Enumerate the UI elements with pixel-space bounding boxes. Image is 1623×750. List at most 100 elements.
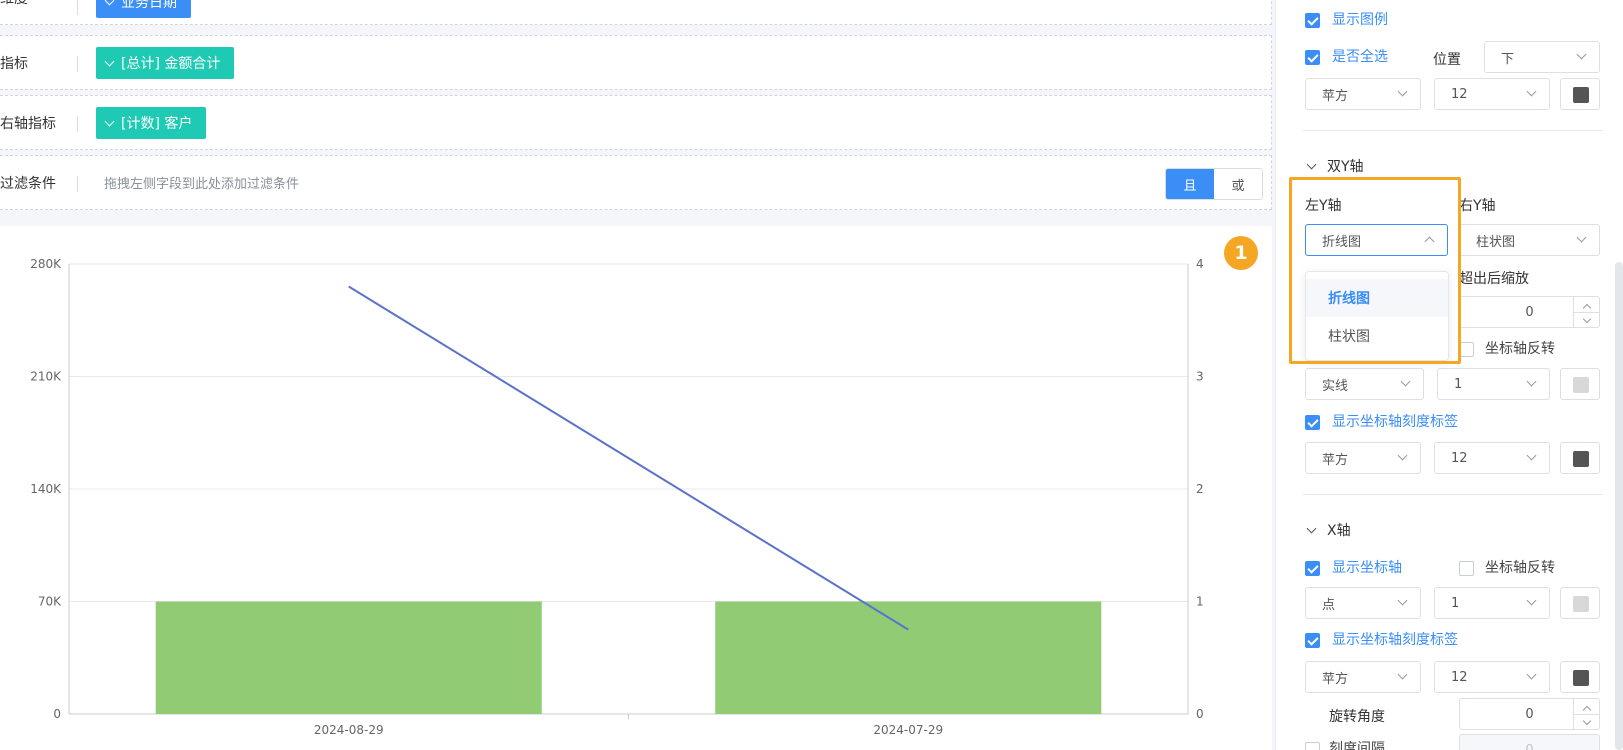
metric-chip[interactable]: [总计] 金额合计 bbox=[96, 47, 235, 79]
right-metric-chip-label: [计数] 客户 bbox=[121, 116, 193, 132]
y-show-tick-labels-checkbox[interactable] bbox=[1305, 415, 1320, 430]
row-separator bbox=[77, 0, 78, 15]
x-show-tick-labels-checkbox[interactable] bbox=[1305, 633, 1320, 648]
filter-drop-zone[interactable]: 拖拽左侧字段到此处添加过滤条件 bbox=[104, 156, 299, 209]
x-line-style-value: 点 bbox=[1322, 597, 1336, 613]
filter-label: 过滤条件 bbox=[0, 175, 56, 192]
x-line-style-select[interactable]: 点 bbox=[1305, 587, 1421, 619]
legend-font-value: 苹方 bbox=[1322, 88, 1349, 104]
legend-size-select[interactable]: 12 bbox=[1434, 78, 1550, 110]
legend-position-label: 位置 bbox=[1433, 52, 1461, 68]
chevron-down-icon bbox=[1526, 86, 1537, 97]
x-tick-label: 2024-07-29 bbox=[873, 723, 943, 737]
chevron-down-icon bbox=[1526, 376, 1537, 387]
y-left-tick-label: 70K bbox=[38, 595, 62, 609]
y-left-tick-label: 210K bbox=[30, 370, 62, 384]
y-tick-size-value: 12 bbox=[1451, 450, 1468, 466]
color-swatch bbox=[1573, 87, 1589, 103]
chevron-down-icon bbox=[1400, 376, 1411, 387]
x-line-color-picker[interactable] bbox=[1560, 587, 1600, 619]
x-axis-section-header[interactable]: X轴 bbox=[1306, 520, 1351, 540]
select-all-checkbox[interactable] bbox=[1305, 50, 1320, 65]
stepper-icon[interactable] bbox=[1573, 297, 1600, 327]
x-line-width-value: 1 bbox=[1451, 595, 1460, 611]
stepper-icon[interactable] bbox=[1573, 699, 1600, 729]
chevron-down-icon bbox=[1397, 595, 1408, 606]
tick-interval-label: 刻度间隔 bbox=[1329, 741, 1385, 750]
line-series bbox=[348, 285, 909, 631]
y-right-tick-label: 3 bbox=[1196, 370, 1204, 384]
y-axis-min-input[interactable]: 0 bbox=[1459, 296, 1600, 328]
tick-interval-checkbox[interactable] bbox=[1305, 742, 1320, 750]
filter-row: 过滤条件 拖拽左侧字段到此处添加过滤条件 且 或 bbox=[0, 155, 1272, 210]
row-separator bbox=[77, 56, 78, 72]
y-right-tick-label: 1 bbox=[1196, 595, 1204, 609]
or-button[interactable]: 或 bbox=[1214, 169, 1262, 199]
y-tick-size-select[interactable]: 12 bbox=[1434, 442, 1550, 474]
dimension-chip[interactable]: 业务日期 bbox=[96, 0, 191, 18]
y-right-tick-label: 2 bbox=[1196, 482, 1204, 496]
dual-axis-chart: 0 0 70K 1 140K 2 210K 3 280K 4 2024-08-29 2024-07-2… bbox=[30, 257, 1204, 737]
y-tick-font-value: 苹方 bbox=[1322, 452, 1349, 468]
x-tick-font-select[interactable]: 苹方 bbox=[1305, 661, 1421, 693]
y-axis-min-value: 0 bbox=[1525, 304, 1534, 320]
x-show-tick-labels-label: 显示坐标轴刻度标签 bbox=[1332, 632, 1458, 648]
y-tick-font-select[interactable]: 苹方 bbox=[1305, 442, 1421, 474]
right-metric-row: 右轴指标 [计数] 客户 bbox=[0, 95, 1272, 150]
chevron-down-icon bbox=[1526, 450, 1537, 461]
chevron-down-icon bbox=[1397, 450, 1408, 461]
y-right-tick-label: 0 bbox=[1196, 707, 1204, 721]
right-metric-chip[interactable]: [计数] 客户 bbox=[96, 107, 207, 139]
panel-scrollbar[interactable] bbox=[1615, 262, 1623, 750]
legend-size-value: 12 bbox=[1451, 86, 1468, 102]
y-reverse-checkbox[interactable] bbox=[1459, 342, 1474, 357]
chevron-down-icon bbox=[1306, 159, 1317, 169]
x-tick-font-value: 苹方 bbox=[1322, 671, 1349, 687]
chevron-down-icon bbox=[1576, 232, 1587, 243]
legend-font-select[interactable]: 苹方 bbox=[1305, 78, 1421, 110]
y-line-style-value: 实线 bbox=[1322, 378, 1349, 394]
y-tick-color-picker[interactable] bbox=[1560, 442, 1600, 474]
chevron-down-icon bbox=[1397, 86, 1408, 97]
chevron-down-icon bbox=[104, 0, 115, 5]
dual-y-title: 双Y轴 bbox=[1327, 159, 1364, 175]
y-left-tick-label: 280K bbox=[30, 257, 62, 271]
right-y-label: 右Y轴 bbox=[1459, 198, 1496, 214]
metric-row: 指标 [总计] 金额合计 bbox=[0, 35, 1272, 90]
y-show-tick-labels-label: 显示坐标轴刻度标签 bbox=[1332, 414, 1458, 430]
x-reverse-checkbox[interactable] bbox=[1459, 561, 1474, 576]
chevron-down-icon bbox=[104, 116, 115, 126]
y-reverse-label: 坐标轴反转 bbox=[1485, 341, 1555, 357]
chevron-down-icon bbox=[1526, 669, 1537, 680]
x-line-width-select[interactable]: 1 bbox=[1434, 587, 1550, 619]
x-tick-color-picker[interactable] bbox=[1560, 661, 1600, 693]
tick-interval-input[interactable]: 0 bbox=[1459, 734, 1600, 750]
row-separator bbox=[77, 116, 78, 132]
x-show-axis-label: 显示坐标轴 bbox=[1332, 560, 1402, 576]
right-y-chart-type-value: 柱状图 bbox=[1476, 234, 1516, 250]
rotate-angle-label: 旋转角度 bbox=[1329, 709, 1385, 725]
legend-color-picker[interactable] bbox=[1560, 78, 1600, 110]
x-tick-label: 2024-08-29 bbox=[314, 723, 384, 737]
dual-y-section-header[interactable]: 双Y轴 bbox=[1306, 156, 1364, 176]
show-legend-checkbox[interactable] bbox=[1305, 13, 1320, 28]
right-y-chart-type-select[interactable]: 柱状图 bbox=[1459, 224, 1600, 256]
chevron-down-icon bbox=[1526, 595, 1537, 606]
rotate-angle-input[interactable]: 0 bbox=[1459, 698, 1600, 730]
x-show-axis-checkbox[interactable] bbox=[1305, 561, 1320, 576]
x-tick-size-select[interactable]: 12 bbox=[1434, 661, 1550, 693]
y-line-style-select[interactable]: 实线 bbox=[1305, 368, 1424, 400]
dimension-chip-label: 业务日期 bbox=[121, 0, 177, 11]
metric-label: 指标 bbox=[0, 55, 28, 72]
chart-panel: 0 0 70K 1 140K 2 210K 3 280K 4 2024-08-29 2024-07-2… bbox=[0, 226, 1272, 750]
and-button[interactable]: 且 bbox=[1166, 169, 1214, 199]
y-line-color-picker[interactable] bbox=[1560, 368, 1600, 400]
y-line-width-select[interactable]: 1 bbox=[1437, 368, 1550, 400]
app: 维度 业务日期 指标 [总计] 金额合计 右轴指标 [计数] 客户 过 bbox=[0, 0, 1623, 750]
legend-position-select[interactable]: 下 bbox=[1484, 41, 1600, 73]
color-swatch bbox=[1573, 670, 1589, 686]
bar bbox=[155, 601, 542, 714]
show-legend-label: 显示图例 bbox=[1332, 12, 1388, 28]
x-tick-size-value: 12 bbox=[1451, 669, 1468, 685]
y-right-tick-label: 4 bbox=[1196, 257, 1204, 271]
